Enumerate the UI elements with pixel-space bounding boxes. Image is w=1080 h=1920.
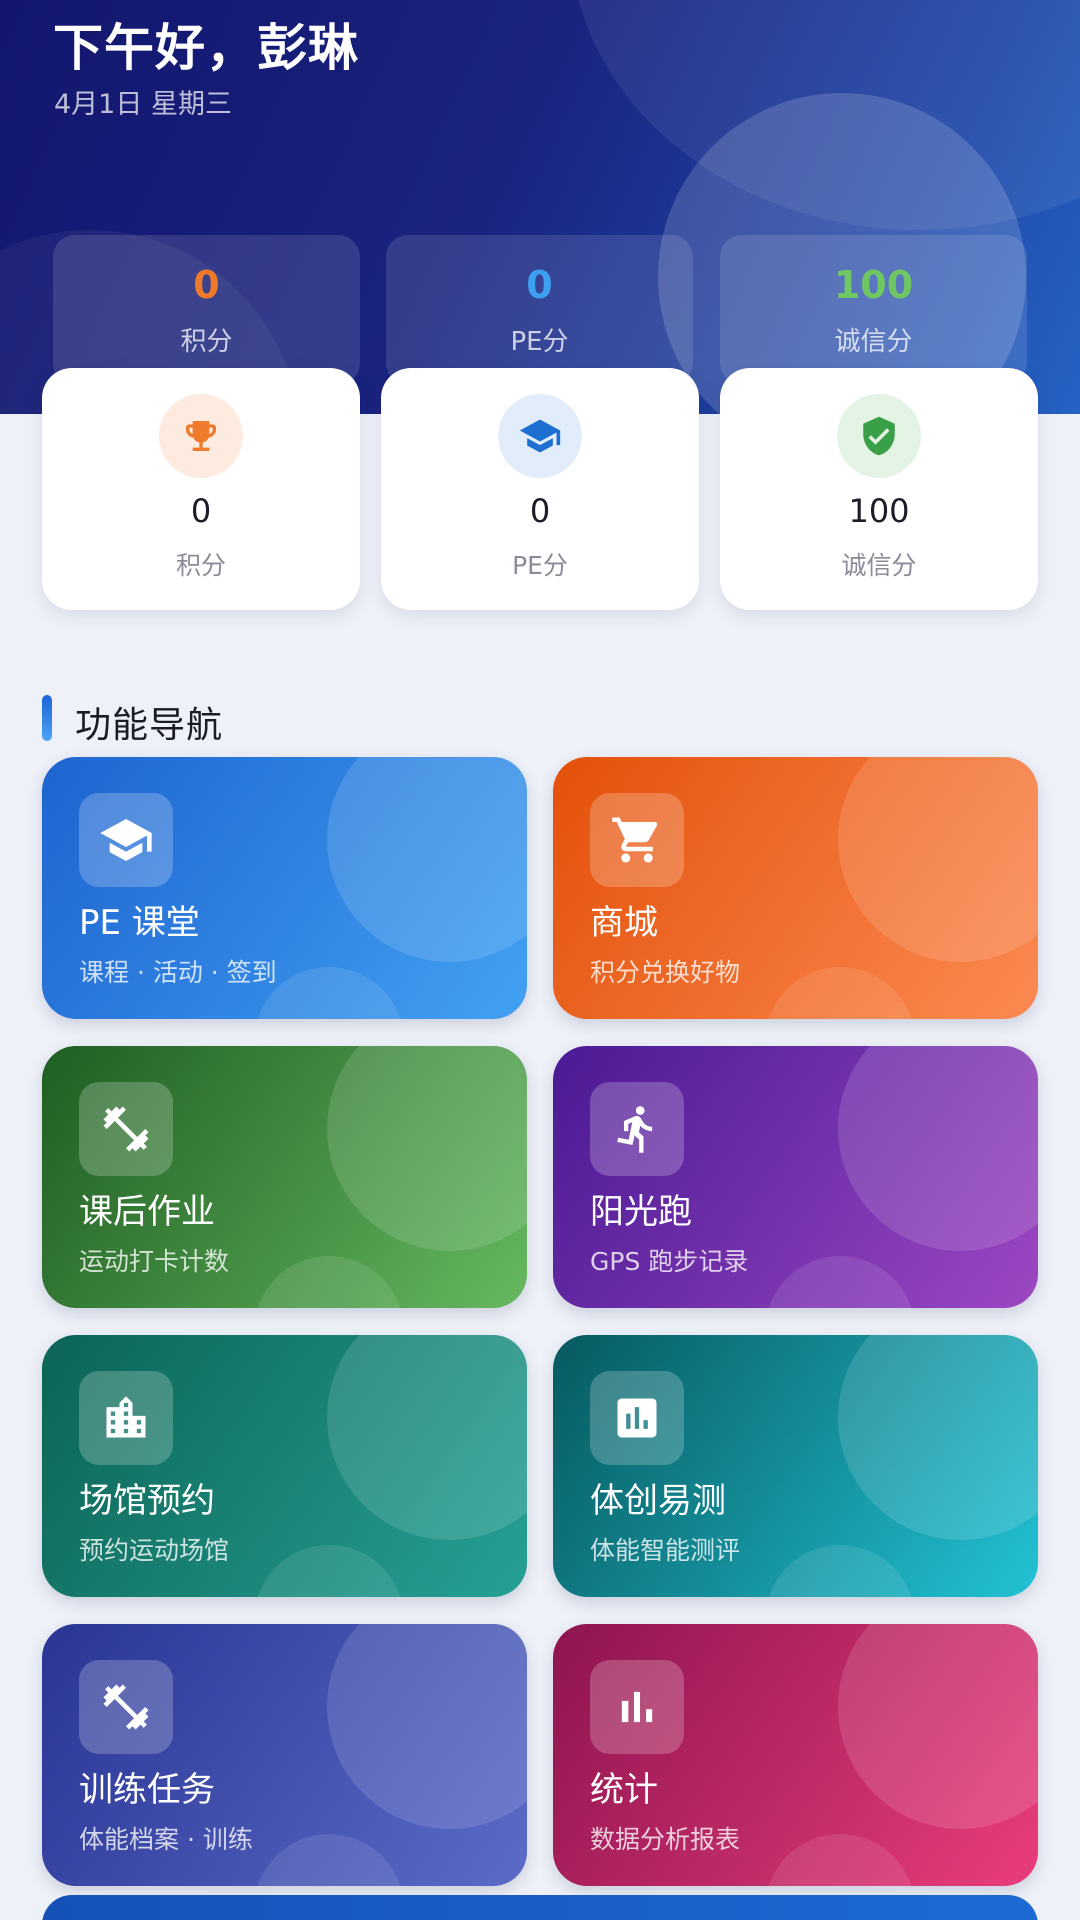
feature-subtitle: 积分兑换好物 xyxy=(590,958,741,987)
decor-bubble xyxy=(838,1335,1038,1540)
feature-title: 体创易测 xyxy=(590,1481,726,1521)
feature-title: 阳光跑 xyxy=(590,1192,692,1232)
graduation-cap-icon xyxy=(79,793,173,887)
stat-card-label: 积分 xyxy=(175,551,226,580)
stat-card-pe[interactable]: 0 PE分 xyxy=(381,368,699,610)
decor-bubble xyxy=(327,757,527,962)
running-icon xyxy=(590,1082,684,1176)
greeting-text: 下午好，彭琳 xyxy=(53,19,359,77)
header-stat-points: 0 积分 xyxy=(53,235,360,385)
feature-title: 训练任务 xyxy=(79,1770,215,1810)
bottom-card-peek[interactable] xyxy=(42,1895,1038,1920)
feature-card-fitness-test[interactable]: 体创易测 体能智能测评 xyxy=(553,1335,1038,1597)
stat-card-integrity[interactable]: 100 诚信分 xyxy=(720,368,1038,610)
feature-title: 场馆预约 xyxy=(79,1481,215,1521)
section-accent-bar xyxy=(42,695,52,741)
stat-card-value: 100 xyxy=(848,492,910,530)
feature-subtitle: 数据分析报表 xyxy=(590,1825,741,1854)
header-stat-value: 0 xyxy=(526,263,553,307)
header-stat-value: 0 xyxy=(193,263,220,307)
shopping-cart-icon xyxy=(590,793,684,887)
feature-subtitle: 课程 · 活动 · 签到 xyxy=(79,958,277,987)
decor-bubble xyxy=(327,1046,527,1251)
feature-title: 商城 xyxy=(590,903,658,943)
decor-bubble xyxy=(254,1256,404,1308)
decor-bubble xyxy=(765,1834,915,1886)
stat-card-points[interactable]: 0 积分 xyxy=(42,368,360,610)
section-title: 功能导航 xyxy=(75,705,224,746)
dumbbell-icon xyxy=(79,1082,173,1176)
feature-card-statistics[interactable]: 统计 数据分析报表 xyxy=(553,1624,1038,1886)
header-stat-pe: 0 PE分 xyxy=(386,235,693,385)
feature-subtitle: 预约运动场馆 xyxy=(79,1536,230,1565)
feature-subtitle: 体能智能测评 xyxy=(590,1536,741,1565)
decor-bubble xyxy=(838,757,1038,962)
bar-chart-icon xyxy=(590,1660,684,1754)
feature-subtitle: 运动打卡计数 xyxy=(79,1247,230,1276)
shield-check-icon xyxy=(837,394,921,478)
header-stat-label: PE分 xyxy=(510,327,569,357)
building-icon xyxy=(79,1371,173,1465)
feature-subtitle: GPS 跑步记录 xyxy=(590,1247,749,1276)
header-stat-label: 诚信分 xyxy=(834,327,913,357)
decor-bubble xyxy=(254,1545,404,1597)
stat-card-label: PE分 xyxy=(512,551,568,580)
home-screen: 下午好，彭琳 4月1日 星期三 0 积分 0 PE分 100 诚信分 0 积分 … xyxy=(0,0,1080,1920)
feature-title: PE 课堂 xyxy=(79,903,200,943)
stat-card-label: 诚信分 xyxy=(841,551,917,580)
feature-title: 统计 xyxy=(590,1770,658,1810)
header-stat-label: 积分 xyxy=(180,327,233,357)
feature-card-training-tasks[interactable]: 训练任务 体能档案 · 训练 xyxy=(42,1624,527,1886)
decor-bubble xyxy=(765,1545,915,1597)
decor-bubble xyxy=(327,1335,527,1540)
dumbbell-icon xyxy=(79,1660,173,1754)
feature-card-sunshine-run[interactable]: 阳光跑 GPS 跑步记录 xyxy=(553,1046,1038,1308)
decor-bubble xyxy=(838,1046,1038,1251)
stat-card-value: 0 xyxy=(190,492,212,530)
stat-card-value: 0 xyxy=(529,492,551,530)
feature-card-mall[interactable]: 商城 积分兑换好物 xyxy=(553,757,1038,1019)
assessment-icon xyxy=(590,1371,684,1465)
decor-bubble xyxy=(254,1834,404,1886)
decor-bubble xyxy=(765,1256,915,1308)
feature-card-homework[interactable]: 课后作业 运动打卡计数 xyxy=(42,1046,527,1308)
graduation-cap-icon xyxy=(498,394,582,478)
trophy-icon xyxy=(159,394,243,478)
header-stat-integrity: 100 诚信分 xyxy=(720,235,1027,385)
feature-subtitle: 体能档案 · 训练 xyxy=(79,1825,253,1854)
decor-bubble xyxy=(765,967,915,1019)
feature-card-venue-booking[interactable]: 场馆预约 预约运动场馆 xyxy=(42,1335,527,1597)
feature-card-pe-classroom[interactable]: PE 课堂 课程 · 活动 · 签到 xyxy=(42,757,527,1019)
feature-title: 课后作业 xyxy=(79,1192,215,1232)
date-text: 4月1日 星期三 xyxy=(54,89,232,120)
decor-bubble xyxy=(327,1624,527,1829)
header-stat-value: 100 xyxy=(833,263,914,307)
decor-bubble xyxy=(838,1624,1038,1829)
header-banner: 下午好，彭琳 4月1日 星期三 0 积分 0 PE分 100 诚信分 xyxy=(0,0,1080,414)
